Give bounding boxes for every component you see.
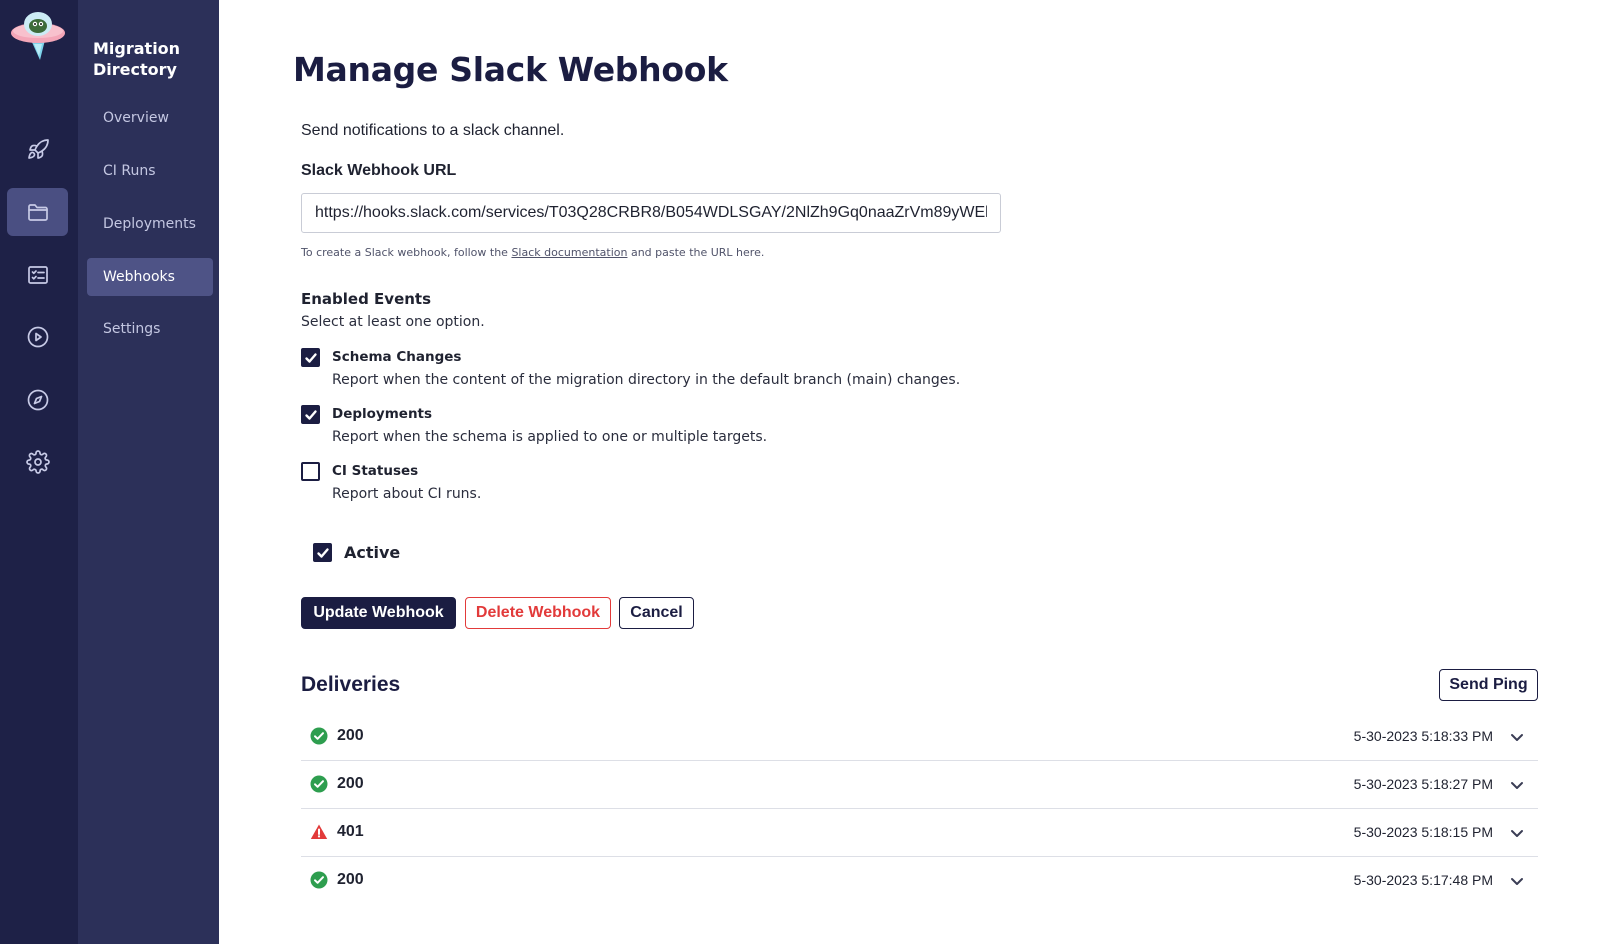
delivery-status-code: 200 <box>337 871 364 888</box>
delivery-timestamp: 5-30-2023 5:18:27 PM <box>1353 776 1493 792</box>
delivery-timestamp: 5-30-2023 5:18:15 PM <box>1353 824 1493 840</box>
chevron-down-icon[interactable] <box>1508 872 1526 890</box>
rail-settings-button[interactable] <box>7 438 68 486</box>
section-title: Migration Directory <box>93 39 181 79</box>
delivery-row[interactable]: 200 5-30-2023 5:18:27 PM <box>301 761 1538 809</box>
rail-compass-button[interactable] <box>7 376 68 424</box>
section-nav: Migration Directory Overview CI Runs Dep… <box>78 0 219 944</box>
active-checkbox[interactable] <box>313 543 332 562</box>
success-check-icon <box>310 871 328 889</box>
compass-icon <box>27 389 48 411</box>
rail-checklist-button[interactable] <box>7 251 68 299</box>
deliveries-title: Deliveries <box>301 673 401 696</box>
delivery-row[interactable]: 200 5-30-2023 5:18:33 PM <box>301 713 1538 761</box>
event-description: Report when the schema is applied to one… <box>332 429 768 445</box>
event-description: Report when the content of the migration… <box>332 372 961 388</box>
gear-icon <box>25 450 50 474</box>
ci-statuses-checkbox[interactable] <box>301 462 320 481</box>
nav-item-ci-runs[interactable]: CI Runs <box>87 152 213 190</box>
helper-text-after: and paste the URL here. <box>627 246 765 259</box>
active-label: Active <box>344 543 401 562</box>
folder-icon <box>27 204 48 221</box>
delivery-row[interactable]: 200 5-30-2023 5:17:48 PM <box>301 857 1538 905</box>
event-description: Report about CI runs. <box>332 486 482 502</box>
warning-triangle-icon <box>310 824 328 839</box>
page-intro: Send notifications to a slack channel. <box>301 122 565 139</box>
delivery-status-code: 200 <box>337 727 364 744</box>
checkmark-icon <box>316 547 329 558</box>
event-name: Schema Changes <box>332 349 462 365</box>
schema-changes-checkbox[interactable] <box>301 348 320 367</box>
delete-webhook-button[interactable]: Delete Webhook <box>465 597 611 629</box>
rocket-icon <box>27 139 49 159</box>
rail-play-button[interactable] <box>7 313 68 361</box>
delivery-timestamp: 5-30-2023 5:17:48 PM <box>1353 872 1493 888</box>
page-title: Manage Slack Webhook <box>293 50 728 89</box>
success-check-icon <box>310 727 328 745</box>
rail-folder-button[interactable] <box>7 188 68 236</box>
checklist-icon <box>27 266 48 284</box>
delivery-timestamp: 5-30-2023 5:18:33 PM <box>1353 728 1493 744</box>
enabled-events-subtitle: Select at least one option. <box>301 314 485 330</box>
deliveries-list: 200 5-30-2023 5:18:33 PM 200 5-30-2023 5… <box>301 713 1538 905</box>
checkmark-icon <box>304 409 317 420</box>
success-check-icon <box>310 775 328 793</box>
nav-item-webhooks[interactable]: Webhooks <box>87 258 213 296</box>
deployments-checkbox[interactable] <box>301 405 320 424</box>
webhook-url-helper: To create a Slack webhook, follow the Sl… <box>301 246 764 259</box>
rail-rocket-button[interactable] <box>7 126 68 174</box>
main-content: Manage Slack Webhook Send notifications … <box>219 0 1613 944</box>
cancel-button[interactable]: Cancel <box>619 597 694 629</box>
nav-item-overview[interactable]: Overview <box>87 99 213 137</box>
webhook-url-label: Slack Webhook URL <box>301 162 457 179</box>
checkmark-icon <box>304 352 317 363</box>
enabled-events-title: Enabled Events <box>301 290 432 308</box>
slack-documentation-link[interactable]: Slack documentation <box>511 246 627 259</box>
update-webhook-button[interactable]: Update Webhook <box>301 597 456 629</box>
nav-item-settings[interactable]: Settings <box>87 310 213 348</box>
event-name: Deployments <box>332 406 433 422</box>
webhook-url-input[interactable] <box>301 193 1001 233</box>
icon-rail <box>0 0 78 944</box>
delivery-row[interactable]: 401 5-30-2023 5:18:15 PM <box>301 809 1538 857</box>
chevron-down-icon[interactable] <box>1508 776 1526 794</box>
ufo-logo-icon[interactable] <box>9 6 67 62</box>
event-name: CI Statuses <box>332 463 419 479</box>
helper-text-before: To create a Slack webhook, follow the <box>301 246 512 259</box>
delivery-status-code: 200 <box>337 775 364 792</box>
chevron-down-icon[interactable] <box>1508 824 1526 842</box>
send-ping-button[interactable]: Send Ping <box>1439 669 1538 701</box>
chevron-down-icon[interactable] <box>1508 728 1526 746</box>
nav-item-deployments[interactable]: Deployments <box>87 205 213 243</box>
play-circle-icon <box>27 326 48 348</box>
delivery-status-code: 401 <box>337 823 364 840</box>
